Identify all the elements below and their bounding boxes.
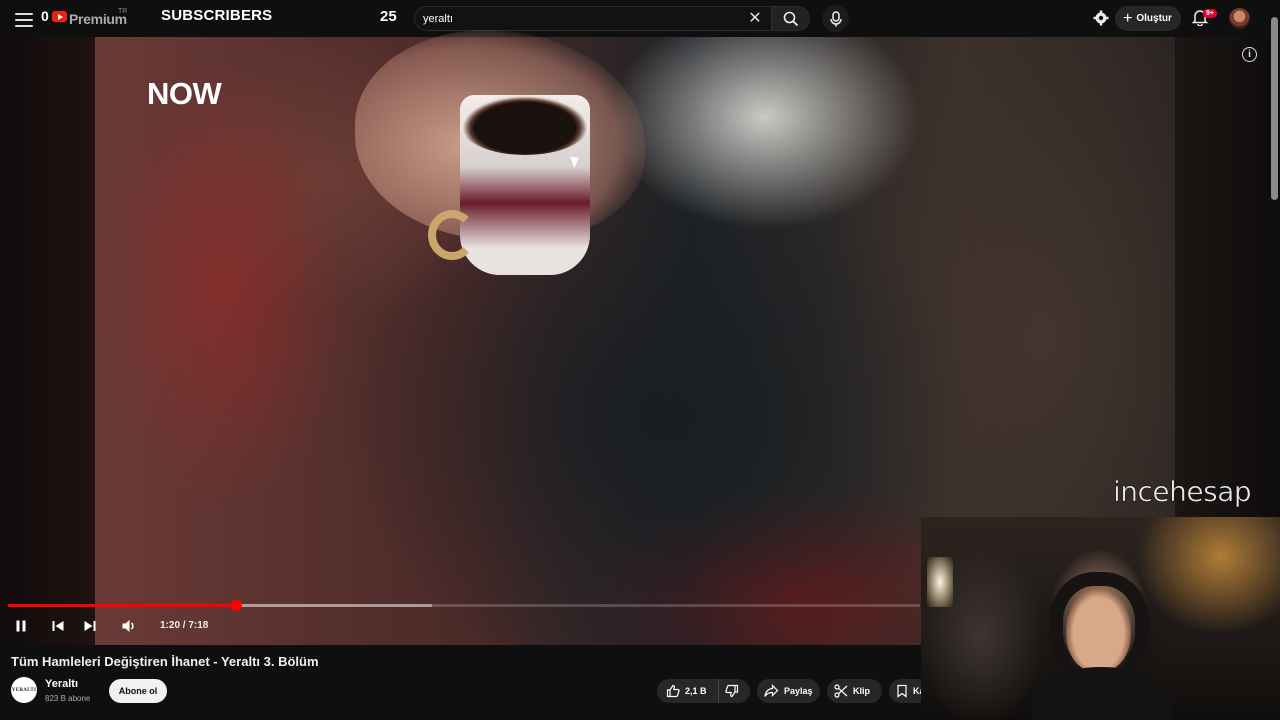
previous-button[interactable] [48,616,68,636]
youtube-logo-icon[interactable] [52,11,67,22]
progress-played [8,604,236,607]
webcam-overlay [921,517,1280,720]
mic-icon [829,10,842,26]
clip-button[interactable]: Klip [827,679,882,703]
like-icon [666,684,680,698]
like-count: 2,1 B [685,686,707,696]
menu-icon[interactable] [14,9,34,27]
like-button[interactable]: 2,1 B [657,679,719,703]
voice-search-button[interactable] [822,5,849,32]
volume-button[interactable] [119,616,139,636]
share-label: Paylaş [784,686,813,696]
dislike-icon [725,684,739,698]
webcam-person-body [1031,667,1171,720]
webcam-lamp [927,557,953,607]
watermark: incehesap [1113,475,1252,509]
dislike-button[interactable] [719,679,750,703]
bookmark-icon [897,684,907,698]
search-input[interactable] [423,11,723,27]
video-cup-handle [428,210,476,260]
search-box: ✕ [414,6,772,31]
brand-region-tag: TR [118,8,128,15]
pause-icon [16,620,26,632]
subscriber-overlay-label: SUBSCRIBERS [161,7,273,24]
next-icon [84,621,96,631]
video-cup-rim [460,95,590,155]
next-button[interactable] [80,616,100,636]
video-title: Tüm Hamleleri Değiştiren İhanet - Yeralt… [11,654,319,669]
subscribe-button[interactable]: Abone ol [109,679,167,703]
counter-left: 0 [41,8,49,24]
search-icon [783,11,799,26]
share-button[interactable]: Paylaş [757,679,820,703]
channel-bug: NOW [147,76,222,111]
like-dislike-group: 2,1 B [657,679,750,703]
info-icon[interactable]: i [1242,47,1257,62]
video-letterbox-left [0,37,95,645]
previous-icon [52,621,64,631]
channel-avatar[interactable]: YERALTI [11,677,37,703]
plus-icon: + [1123,9,1133,27]
channel-subscriber-count: 823 B abone [45,694,91,703]
gear-icon[interactable] [1092,9,1110,27]
channel-name[interactable]: Yeraltı [45,678,78,690]
avatar[interactable] [1229,8,1250,29]
webcam-person-face [1066,587,1131,672]
create-button[interactable]: + Oluştur [1115,6,1181,31]
close-icon[interactable]: ✕ [745,9,765,29]
volume-icon [122,620,134,632]
create-label: Oluştur [1136,13,1172,24]
clip-label: Klip [853,686,870,696]
progress-bar[interactable] [8,600,920,611]
scissors-icon [834,684,848,698]
top-bar: 0 Premium TR SUBSCRIBERS 25 ✕ + Oluştur … [0,0,1280,37]
search-button[interactable] [772,6,810,31]
share-icon [764,684,779,697]
subscriber-overlay-count: 25 [380,8,397,25]
pause-button[interactable] [11,616,31,636]
progress-scrubber[interactable] [231,600,242,611]
notification-badge: 9+ [1203,9,1217,18]
time-display: 1:20 / 7:18 [160,620,209,631]
scrollbar[interactable] [1271,17,1278,200]
